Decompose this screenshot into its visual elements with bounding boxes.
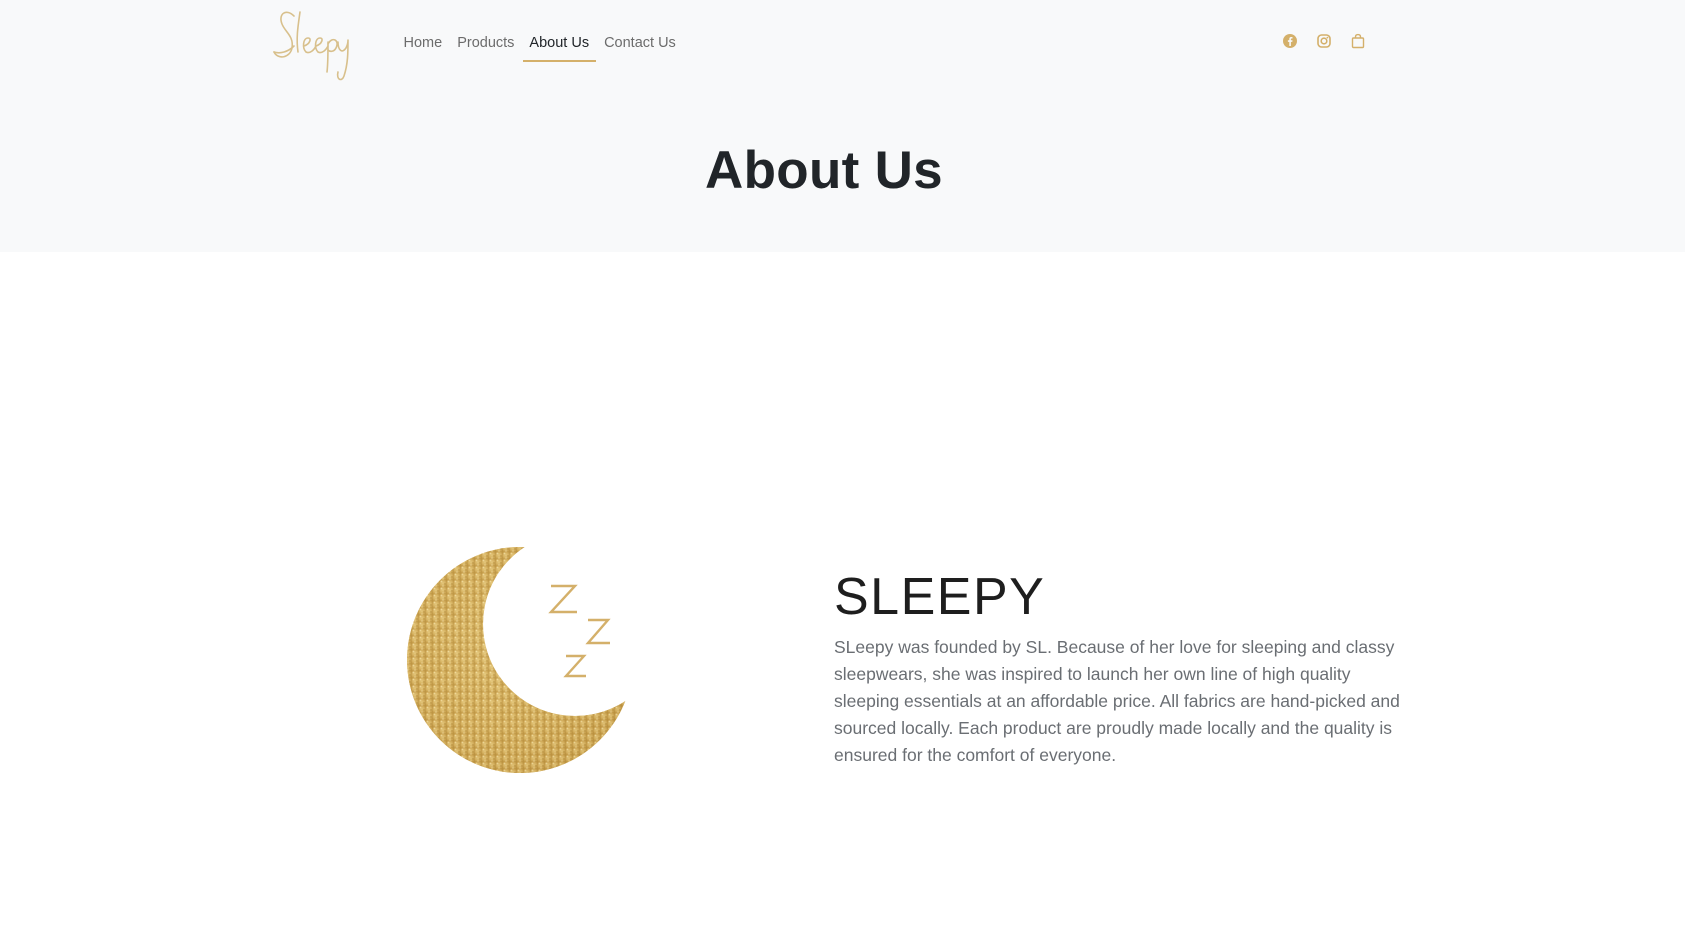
nav-link-products[interactable]: Products — [450, 0, 522, 86]
nav-link-home[interactable]: Home — [396, 0, 450, 86]
facebook-icon[interactable] — [1282, 33, 1298, 49]
glitter-moon-icon — [405, 538, 645, 778]
social-links — [1282, 33, 1366, 49]
moon-image — [405, 538, 645, 778]
main-nav: Home Products About Us Contact Us — [396, 0, 683, 86]
instagram-icon[interactable] — [1316, 33, 1332, 49]
about-heading: SLEEPY — [834, 568, 1046, 626]
shopping-bag-icon[interactable] — [1350, 33, 1366, 49]
logo[interactable] — [272, 2, 358, 82]
sleepy-logo-icon — [273, 11, 349, 81]
about-section: SLEEPY SLeepy was founded by SL. Because… — [834, 566, 1410, 769]
nav-link-contact-us[interactable]: Contact Us — [597, 0, 684, 86]
page-header-band: Home Products About Us Contact Us About … — [0, 0, 1685, 252]
nav-link-about-us[interactable]: About Us — [522, 0, 597, 86]
about-description: SLeepy was founded by SL. Because of her… — [834, 637, 1400, 765]
nav-item-products: Products — [450, 0, 522, 86]
page-title: About Us — [705, 141, 943, 200]
nav-item-home: Home — [396, 0, 450, 86]
nav-item-contact-us: Contact Us — [597, 0, 684, 86]
nav-item-about-us: About Us — [522, 0, 597, 86]
navbar: Home Products About Us Contact Us — [0, 0, 1685, 86]
